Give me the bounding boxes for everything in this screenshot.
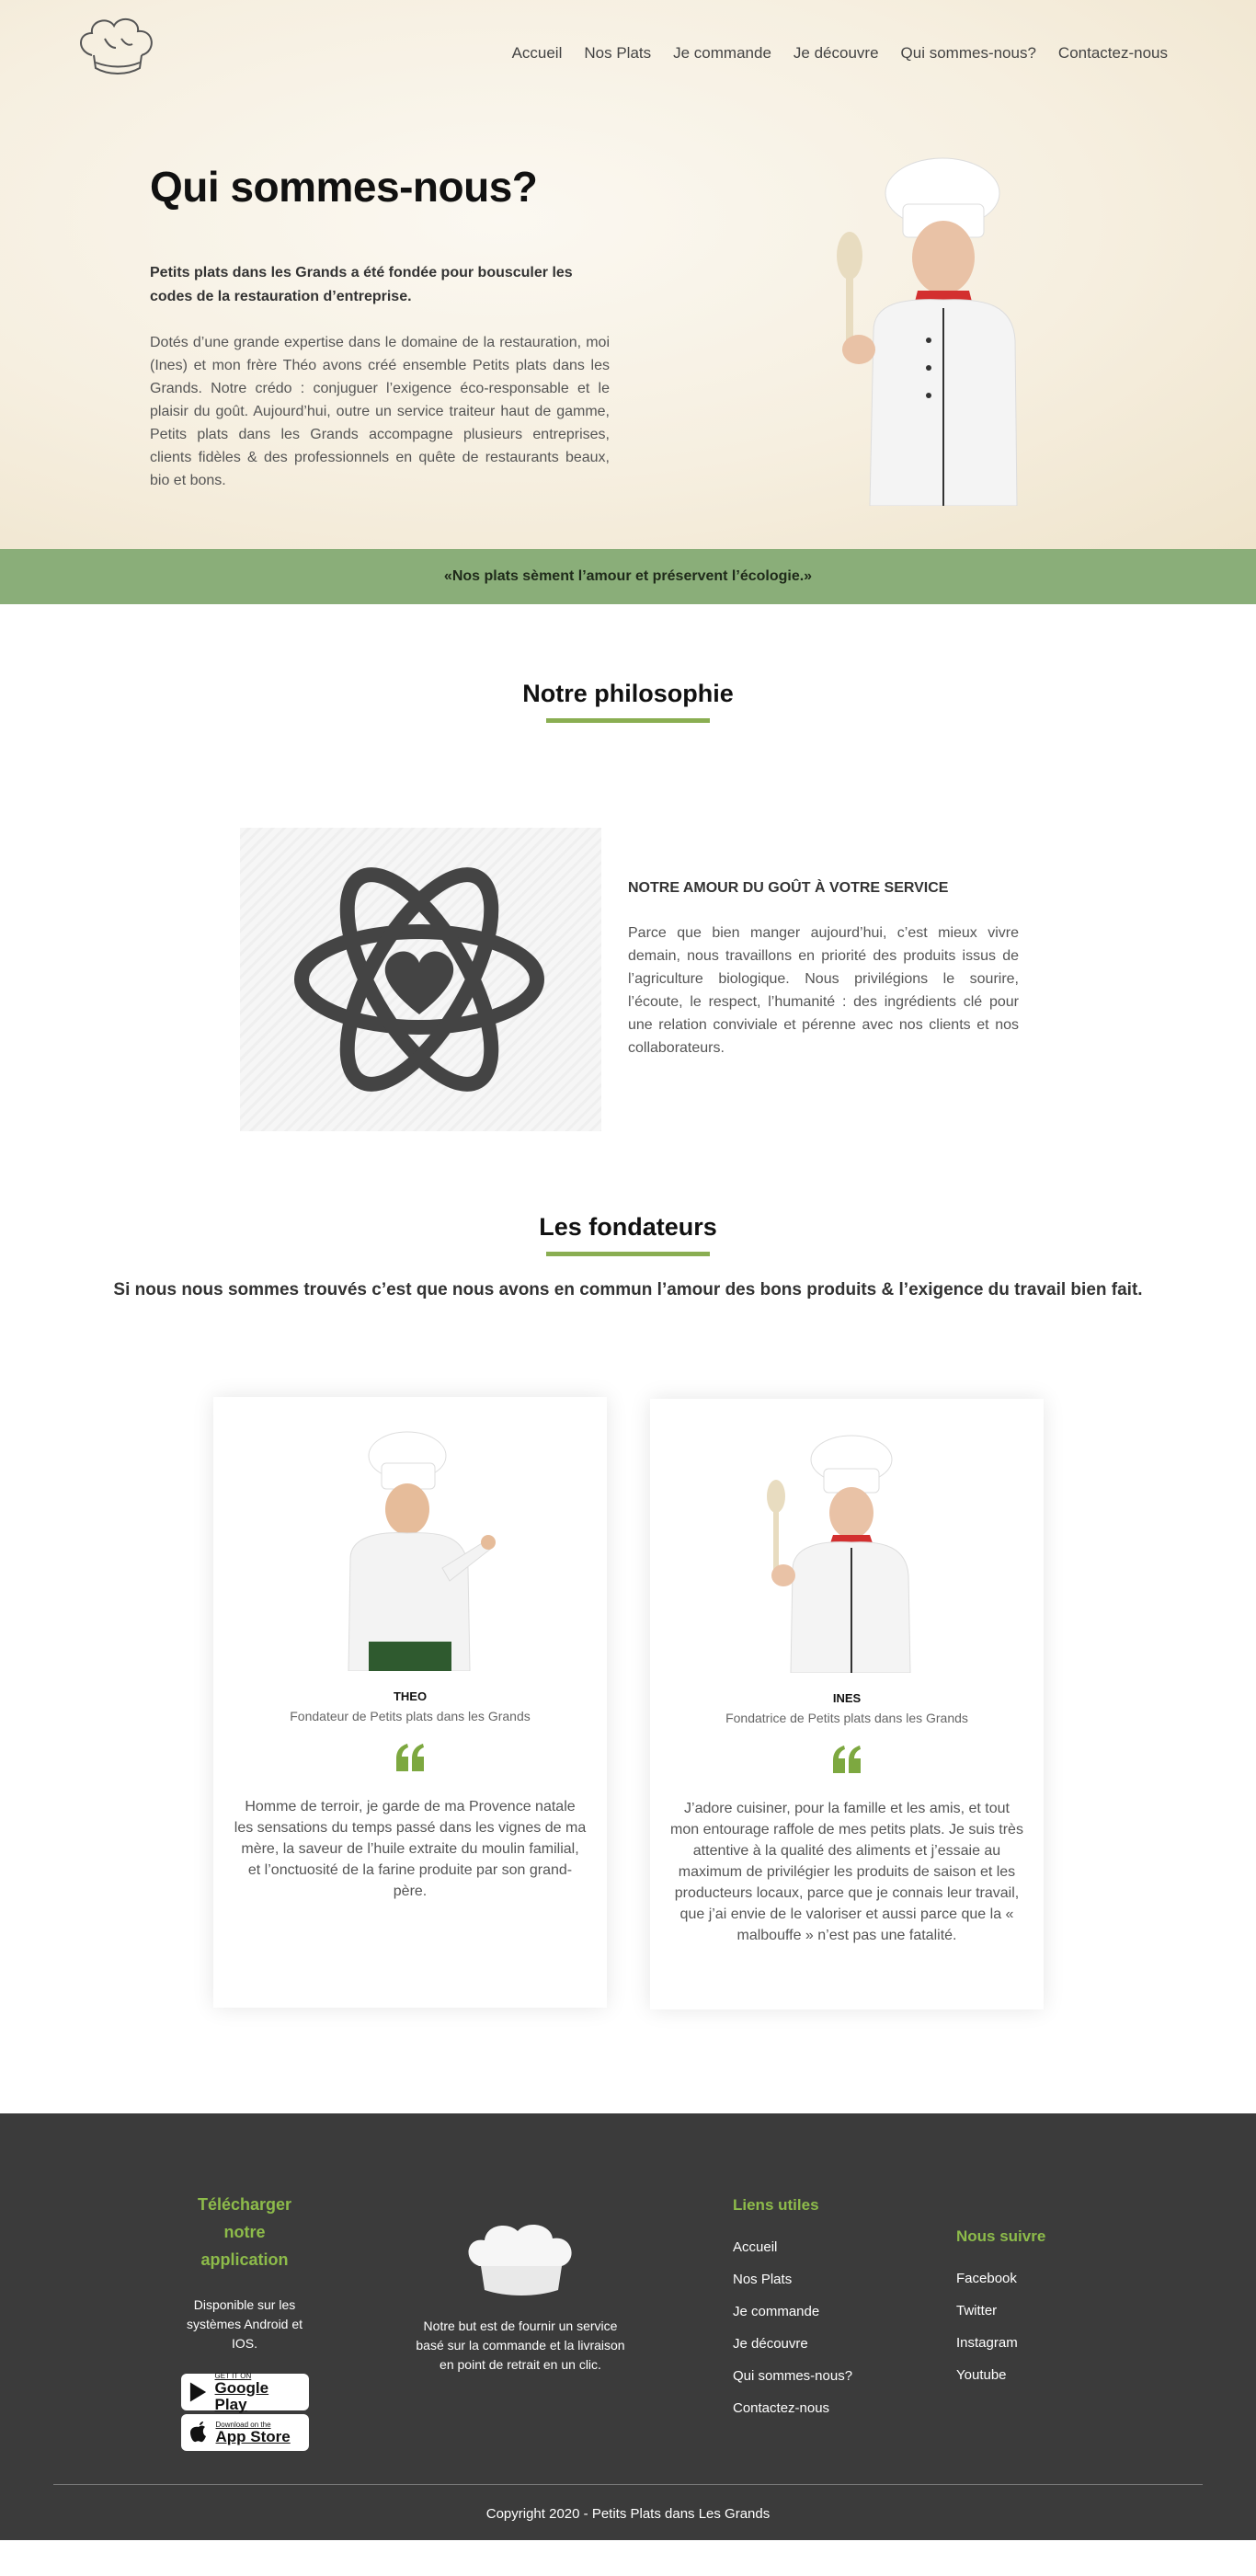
chef-woman-image <box>767 1435 911 1673</box>
philosophy-section: Notre philosophie NOTRE AMOUR DU GOÛT À … <box>0 604 1256 1174</box>
footer-link-accueil[interactable]: Accueil <box>733 2231 852 2263</box>
page-title: Qui sommes-nous? <box>150 163 538 211</box>
chef-woman-image <box>837 157 1018 506</box>
follow-title: Nous suivre <box>956 2227 1046 2245</box>
social-link-facebook[interactable]: Facebook <box>956 2262 1045 2295</box>
hero-section: Accueil Nos Plats Je commande Je découvr… <box>0 0 1256 549</box>
apple-icon <box>189 2421 206 2443</box>
title-underline <box>546 718 710 723</box>
links-title: Liens utiles <box>733 2196 819 2214</box>
philosophy-image <box>240 828 601 1131</box>
founders-title: Les fondateurs <box>539 1213 717 1241</box>
footer-app-column: Télécharger notre application Disponible… <box>180 2191 309 2451</box>
mission-text: Notre but est de fournir un service basé… <box>416 2318 625 2372</box>
main-nav: Accueil Nos Plats Je commande Je découvr… <box>512 44 1168 63</box>
app-text: Disponible sur les systèmes Android et I… <box>186 2297 303 2351</box>
chef-hat-icon <box>468 2225 572 2296</box>
copyright: Copyright 2020 - Petits Plats dans Les G… <box>485 2506 771 2522</box>
founder-role: Fondatrice de Petits plats dans les Gran… <box>725 1711 968 1725</box>
social-link-twitter[interactable]: Twitter <box>956 2295 1045 2327</box>
app-title: Télécharger notre application <box>197 2195 292 2269</box>
footer-link-qui-sommes-nous[interactable]: Qui sommes-nous? <box>733 2360 852 2392</box>
google-play-icon <box>189 2382 206 2402</box>
founder-text: Homme de terroir, je garde de ma Provenc… <box>234 1799 587 1899</box>
footer-mission-column: Notre but est de fournir un service basé… <box>408 2220 633 2375</box>
quote-icon <box>396 1744 424 1771</box>
footer-link-contactez-nous[interactable]: Contactez-nous <box>733 2392 852 2424</box>
nav-contactez-nous[interactable]: Contactez-nous <box>1058 44 1168 63</box>
philosophy-text: Parce que bien manger aujourd’hui, c’est… <box>628 925 1019 1056</box>
atom-heart-icon <box>294 867 544 1092</box>
chef-hat-logo-icon[interactable] <box>72 11 160 81</box>
footer-link-nos-plats[interactable]: Nos Plats <box>733 2263 852 2296</box>
footer-links-column: Liens utiles Accueil Nos Plats Je comman… <box>733 2196 852 2424</box>
philosophy-heading: NOTRE AMOUR DU GOÛT À VOTRE SERVICE <box>628 880 949 896</box>
footer-divider <box>53 2484 1203 2485</box>
google-play-button[interactable]: GET IT ON Google Play <box>180 2372 309 2413</box>
nav-qui-sommes-nous[interactable]: Qui sommes-nous? <box>901 44 1036 63</box>
quote-icon <box>833 1746 861 1773</box>
founder-name: INES <box>832 1691 862 1705</box>
footer: Télécharger notre application Disponible… <box>0 2113 1256 2540</box>
founders-tagline: Si nous nous sommes trouvés c’est que no… <box>113 1280 1143 1299</box>
hero-body: Dotés d’une grande expertise dans le dom… <box>150 335 610 488</box>
nav-nos-plats[interactable]: Nos Plats <box>584 44 651 63</box>
nav-accueil[interactable]: Accueil <box>512 44 563 63</box>
apple-big-label: App Store <box>215 2427 291 2445</box>
footer-link-je-decouvre[interactable]: Je découvre <box>733 2328 852 2360</box>
footer-social-column: Nous suivre Facebook Twitter Instagram Y… <box>956 2227 1045 2391</box>
chef-man-image <box>348 1431 496 1671</box>
social-link-instagram[interactable]: Instagram <box>956 2327 1045 2359</box>
nav-je-commande[interactable]: Je commande <box>673 44 771 63</box>
hero-lead: Petits plats dans les Grands a été fondé… <box>150 265 573 304</box>
social-link-youtube[interactable]: Youtube <box>956 2359 1045 2391</box>
philosophy-title: Notre philosophie <box>522 680 734 707</box>
footer-link-je-commande[interactable]: Je commande <box>733 2296 852 2328</box>
app-store-button[interactable]: Download on the App Store <box>180 2414 309 2451</box>
store-badges: GET IT ON Google Play Download on the App … <box>180 2372 309 2451</box>
founder-role: Fondateur de Petits plats dans les Grand… <box>290 1709 531 1723</box>
google-big-label: Google Play <box>214 2378 269 2413</box>
nav-je-decouvre[interactable]: Je découvre <box>794 44 879 63</box>
title-underline <box>546 1252 710 1256</box>
founder-card-theo: THEO Fondateur de Petits plats dans les … <box>213 1397 607 2008</box>
founder-text: J’adore cuisiner, pour la famille et les… <box>670 1801 1023 1943</box>
founders-section: Les fondateurs Si nous nous sommes trouv… <box>0 1174 1256 2113</box>
quote-banner: «Nos plats sèment l’amour et préservent … <box>0 549 1256 604</box>
banner-quote: «Nos plats sèment l’amour et préservent … <box>443 568 813 584</box>
founder-card-ines: INES Fondatrice de Petits plats dans les… <box>650 1399 1044 2009</box>
founder-name: THEO <box>393 1689 428 1703</box>
